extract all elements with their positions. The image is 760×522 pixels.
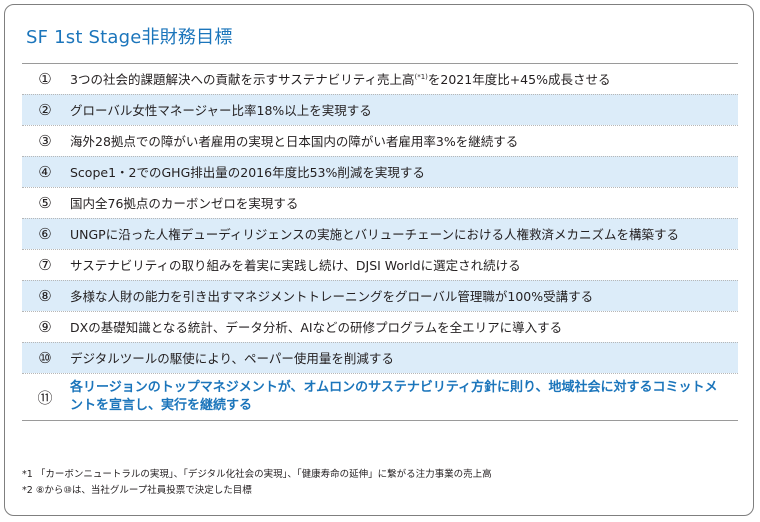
goal-number: ⑦ — [38, 256, 52, 274]
goal-row-6: ⑥ UNGPに沿った人権デューディリジェンスの実施とバリューチェーンにおける人権… — [22, 218, 738, 249]
goal-text: グローバル女性マネージャー比率18%以上を実現する — [70, 102, 372, 118]
goal-row-5: ⑤ 国内全76拠点のカーボンゼロを実現する — [22, 187, 738, 218]
goal-number: ⑤ — [38, 194, 52, 212]
goal-number: ⑩ — [38, 349, 52, 367]
goal-row-11: ⑪ 各リージョンのトップマネジメントが、オムロンのサステナビリティ方針に則り、地… — [22, 373, 738, 421]
goal-row-9: ⑨ DXの基礎知識となる統計、データ分析、AIなどの研修プログラムを全エリアに導… — [22, 311, 738, 342]
goals-list: ① 3つの社会的課題解決への貢献を示すサステナビリティ売上高(*1)を2021年… — [22, 63, 738, 421]
goal-text: サステナビリティの取り組みを着実に実践し続け、DJSI Worldに選定され続け… — [70, 257, 521, 273]
panel-title: SF 1st Stage非財務目標 — [26, 27, 233, 48]
goal-text: デジタルツールの駆使により、ペーパー使用量を削減する — [70, 350, 394, 366]
goal-number: ① — [38, 70, 52, 88]
goal-number: ⑪ — [37, 388, 53, 407]
goal-row-3: ③ 海外28拠点での障がい者雇用の実現と日本国内の障がい者雇用率3%を継続する — [22, 125, 738, 156]
goal-text: 各リージョンのトップマネジメントが、オムロンのサステナビリティ方針に則り、地域社… — [70, 380, 718, 413]
goal-row-7: ⑦ サステナビリティの取り組みを着実に実践し続け、DJSI Worldに選定され… — [22, 249, 738, 280]
goal-text: Scope1・2でのGHG排出量の2016年度比53%削減を実現する — [70, 164, 425, 180]
goal-text: 多様な人財の能力を引き出すマネジメントトレーニングをグローバル管理職が100%受… — [70, 288, 594, 304]
goal-row-8: ⑧ 多様な人財の能力を引き出すマネジメントトレーニングをグローバル管理職が100… — [22, 280, 738, 311]
goal-row-10: ⑩ デジタルツールの駆使により、ペーパー使用量を削減する — [22, 342, 738, 373]
goal-text: 3つの社会的課題解決への貢献を示すサステナビリティ売上高(*1)を2021年度比… — [70, 71, 611, 87]
goal-text: 国内全76拠点のカーボンゼロを実現する — [70, 195, 299, 211]
footnotes: *1 「カーボンニュートラルの実現」、「デジタル化社会の実現」、「健康寿命の延伸… — [22, 467, 492, 499]
goal-text: UNGPに沿った人権デューディリジェンスの実施とバリューチェーンにおける人権救済… — [70, 226, 679, 242]
goal-row-1: ① 3つの社会的課題解決への貢献を示すサステナビリティ売上高(*1)を2021年… — [22, 63, 738, 94]
goal-number: ④ — [38, 163, 52, 181]
footnote-1: *1 「カーボンニュートラルの実現」、「デジタル化社会の実現」、「健康寿命の延伸… — [22, 469, 492, 480]
goal-row-2: ② グローバル女性マネージャー比率18%以上を実現する — [22, 94, 738, 125]
goal-number: ② — [38, 101, 52, 119]
goal-text: DXの基礎知識となる統計、データ分析、AIなどの研修プログラムを全エリアに導入す… — [70, 319, 563, 335]
goal-number: ⑥ — [38, 225, 52, 243]
goal-number: ⑧ — [38, 287, 52, 305]
goal-row-4: ④ Scope1・2でのGHG排出量の2016年度比53%削減を実現する — [22, 156, 738, 187]
footnote-2: *2 ⑧から⑩は、当社グループ社員投票で決定した目標 — [22, 485, 252, 496]
goal-number: ⑨ — [38, 318, 52, 336]
footnote-marker: (*1) — [414, 72, 428, 81]
goal-number: ③ — [38, 132, 52, 150]
goal-text: 海外28拠点での障がい者雇用の実現と日本国内の障がい者雇用率3%を継続する — [70, 133, 519, 149]
